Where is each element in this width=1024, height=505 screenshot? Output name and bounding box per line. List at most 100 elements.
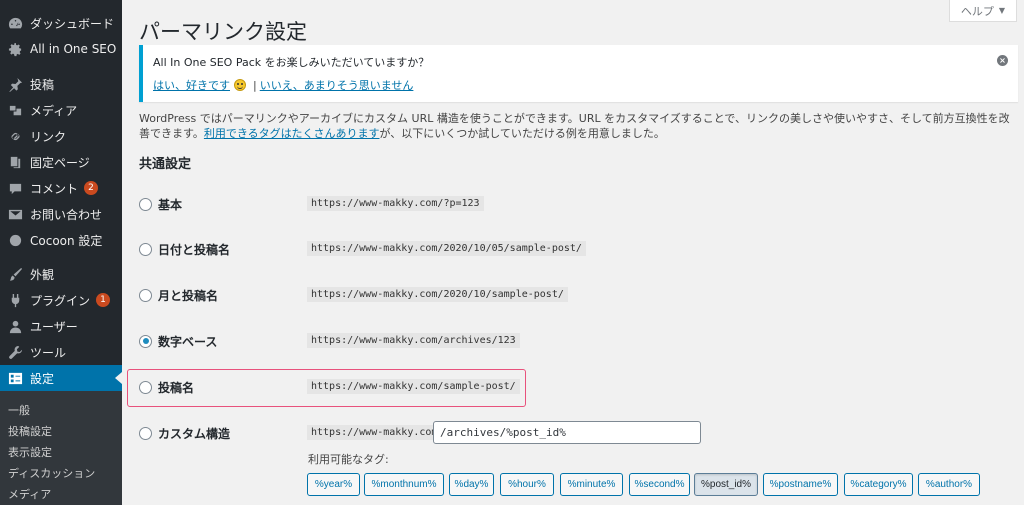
option-day-name[interactable]: 日付と投稿名 (139, 240, 230, 258)
radio-numeric[interactable] (139, 334, 152, 348)
radio-day-name[interactable] (139, 242, 152, 256)
notice-message: All In One SEO Pack をお楽しみいただいていますか？ (153, 56, 430, 69)
option-label: カスタム構造 (158, 426, 231, 441)
brush-icon (6, 265, 24, 283)
mail-icon (6, 205, 24, 223)
submenu-item-reading[interactable]: 表示設定 (8, 444, 52, 460)
notice-yes-link[interactable]: はい、好きです (153, 77, 230, 93)
section-title: 共通設定 (139, 157, 192, 172)
tag-button-second[interactable]: %second% (629, 473, 690, 496)
aioseo-review-notice: All In One SEO Pack をお楽しみいただいていますか？ はい、好… (139, 45, 1018, 102)
help-tab-label: ヘルプ (960, 4, 994, 18)
submenu-item-discussion[interactable]: ディスカッション (8, 465, 95, 481)
help-tab-button[interactable]: ヘルプ ▼ (949, 0, 1017, 22)
sidebar-item-label: 外観 (30, 267, 55, 282)
tag-button-minute[interactable]: %minute% (560, 473, 623, 496)
intro-text-after: が、以下にいくつか試していただける例を用意しました。 (379, 127, 665, 140)
intro-paragraph: WordPress ではパーマリンクやアーカイブにカスタム URL 構造を使うこ… (139, 111, 1019, 141)
sidebar-item-label: プラグイン (30, 293, 91, 308)
wrench-icon (6, 343, 24, 361)
sidebar-item-label: ダッシュボード (30, 16, 115, 31)
pin-icon (6, 75, 24, 93)
tag-button-post-id[interactable]: %post_id% (694, 473, 758, 496)
sidebar-item-label: Cocoon 設定 (30, 233, 103, 248)
example-url: https://www-makky.com/2020/10/sample-pos… (307, 287, 568, 302)
media-icon (6, 101, 24, 119)
sidebar-item-comments[interactable]: コメント 2 (0, 175, 122, 201)
submenu-item-general[interactable]: 一般 (8, 402, 30, 418)
option-label: 基本 (158, 197, 183, 212)
plugin-update-badge: 1 (96, 293, 111, 307)
custom-base-url: https://www-makky.com (307, 425, 442, 440)
example-url: https://www-makky.com/?p=123 (307, 196, 484, 211)
sidebar-item-appearance[interactable]: 外観 (0, 261, 122, 287)
tag-button-postname[interactable]: %postname% (763, 473, 838, 496)
sidebar-item-contact[interactable]: お問い合わせ (0, 201, 122, 227)
sidebar-item-settings[interactable]: 設定 (0, 365, 122, 391)
link-icon (6, 127, 24, 145)
notice-links: はい、好きです | いいえ、あまりそう思いません (153, 77, 413, 93)
tag-button-year[interactable]: %year% (307, 473, 360, 496)
circle-icon (6, 231, 24, 249)
option-custom[interactable]: カスタム構造 (139, 424, 230, 442)
page-icon (6, 153, 24, 171)
admin-sidebar: ダッシュボード All in One SEO 投稿 メディア リンク 固定ページ… (0, 0, 122, 505)
comment-count-badge: 2 (84, 181, 99, 195)
sidebar-item-posts[interactable]: 投稿 (0, 71, 122, 97)
settings-submenu: 一般 投稿設定 表示設定 ディスカッション メディア (0, 391, 122, 505)
option-plain[interactable]: 基本 (139, 195, 182, 213)
sidebar-item-plugins[interactable]: プラグイン 1 (0, 287, 122, 313)
submenu-item-media[interactable]: メディア (8, 486, 51, 502)
sidebar-item-label: All in One SEO (30, 42, 117, 56)
page-title: パーマリンク設定 (139, 20, 307, 44)
comment-icon (6, 179, 24, 197)
gear-icon (6, 40, 24, 58)
option-label: 日付と投稿名 (158, 242, 231, 257)
sidebar-item-label: メディア (30, 103, 78, 118)
submenu-item-writing[interactable]: 投稿設定 (8, 423, 52, 439)
option-label: 数字ベース (158, 334, 218, 349)
radio-plain[interactable] (139, 197, 152, 211)
radio-custom[interactable] (139, 426, 152, 440)
sidebar-item-label: ツール (30, 345, 67, 360)
example-url: https://www-makky.com/2020/10/05/sample-… (307, 241, 586, 256)
notice-no-link[interactable]: いいえ、あまりそう思いません (260, 77, 414, 93)
sidebar-item-users[interactable]: ユーザー (0, 313, 122, 339)
settings-icon (6, 369, 24, 387)
custom-structure-input[interactable]: /archives/%post_id% (433, 421, 701, 444)
plugin-icon (6, 291, 24, 309)
tag-button-monthnum[interactable]: %monthnum% (364, 473, 444, 496)
sidebar-item-label: 固定ページ (30, 155, 90, 170)
dashboard-icon (6, 14, 24, 32)
sidebar-item-aioseo[interactable]: All in One SEO (0, 36, 122, 62)
sidebar-item-links[interactable]: リンク (0, 123, 122, 149)
smiley-icon (234, 79, 246, 91)
tag-button-day[interactable]: %day% (449, 473, 494, 496)
option-numeric[interactable]: 数字ベース (139, 332, 217, 350)
close-icon[interactable]: × (997, 55, 1008, 66)
user-icon (6, 317, 24, 335)
sidebar-item-media[interactable]: メディア (0, 97, 122, 123)
example-url: https://www-makky.com/archives/123 (307, 333, 520, 348)
available-tags-link[interactable]: 利用できるタグはたくさんあります (204, 127, 380, 140)
option-month-name[interactable]: 月と投稿名 (139, 286, 218, 304)
sidebar-item-label: ユーザー (30, 319, 78, 334)
sidebar-item-cocoon[interactable]: Cocoon 設定 (0, 227, 122, 253)
available-tags-label: 利用可能なタグ: (308, 453, 389, 466)
sidebar-item-label: 設定 (30, 371, 55, 386)
sidebar-item-label: 投稿 (30, 77, 55, 92)
sidebar-item-label: お問い合わせ (30, 207, 103, 222)
sidebar-item-dashboard[interactable]: ダッシュボード (0, 10, 122, 36)
highlight-box (127, 369, 526, 407)
notice-separator: | (253, 78, 257, 92)
sidebar-item-pages[interactable]: 固定ページ (0, 149, 122, 175)
sidebar-item-tools[interactable]: ツール (0, 339, 122, 365)
tag-button-category[interactable]: %category% (844, 473, 913, 496)
tag-button-author[interactable]: %author% (918, 473, 980, 496)
caret-down-icon: ▼ (998, 6, 1006, 15)
sidebar-item-label: コメント (30, 181, 79, 196)
sidebar-item-label: リンク (30, 129, 67, 144)
option-label: 月と投稿名 (158, 288, 219, 303)
radio-month-name[interactable] (139, 288, 152, 302)
tag-button-hour[interactable]: %hour% (500, 473, 554, 496)
